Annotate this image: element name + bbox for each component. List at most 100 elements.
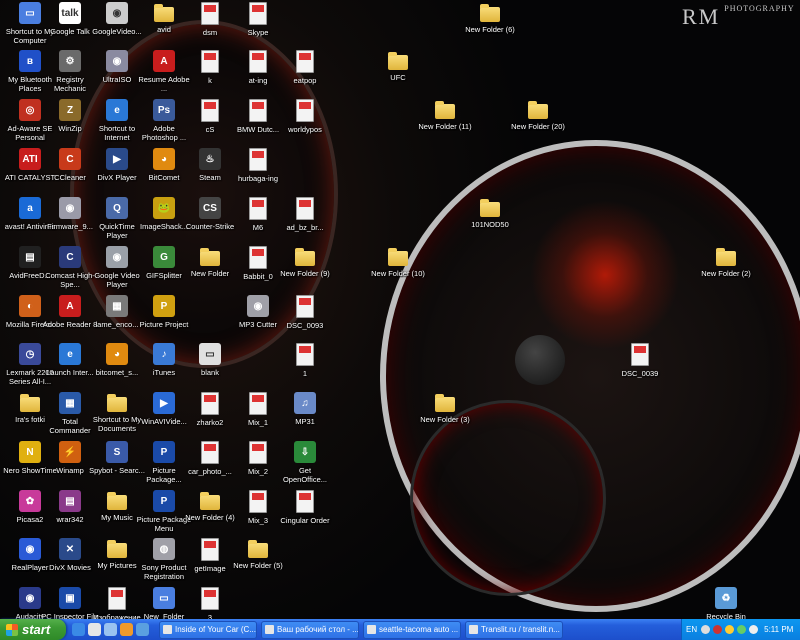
- windows-logo-icon: [6, 623, 18, 636]
- desktop-icon[interactable]: P Picture Package...: [140, 441, 188, 484]
- desktop-icon[interactable]: New Folder (10): [371, 246, 425, 278]
- desktop-icon[interactable]: ▦ Total Commander: [46, 392, 94, 435]
- desktop-icon[interactable]: New Folder (6): [465, 2, 515, 34]
- image-file-icon: [296, 490, 314, 513]
- mail-icon[interactable]: [88, 623, 101, 636]
- desktop-icon[interactable]: New Folder (9): [280, 246, 330, 278]
- desktop-icon[interactable]: ad_bz_br...: [281, 197, 329, 232]
- desktop-icon-label: Get OpenOffice...: [282, 466, 328, 484]
- desktop-icon[interactable]: M6: [234, 197, 282, 232]
- desktop-icon[interactable]: ⇩ Get OpenOffice...: [281, 441, 329, 484]
- tray-app-icon[interactable]: [701, 625, 711, 634]
- desktop-icon[interactable]: ◉ Firmware_9...: [46, 197, 94, 231]
- internet-explorer-icon[interactable]: [72, 623, 85, 636]
- desktop-icon[interactable]: DSC_0039: [616, 343, 664, 378]
- desktop-icon[interactable]: car_photo_...: [186, 441, 234, 476]
- desktop-icon[interactable]: ♨ Steam: [186, 148, 234, 182]
- desktop-icon[interactable]: ◉ UltraISO: [93, 50, 141, 84]
- desktop-icon[interactable]: 3: [186, 587, 234, 619]
- desktop-icon[interactable]: Изображение 099: [93, 587, 141, 619]
- desktop[interactable]: RM PHOTOGRAPHY ▭ Shortcut to My Computer ta…: [0, 0, 800, 619]
- desktop-icon[interactable]: Q QuickTime Player: [93, 197, 141, 240]
- desktop-icon[interactable]: DSC_0093: [281, 295, 329, 330]
- desktop-icon[interactable]: k: [186, 50, 234, 85]
- tray-app-icon[interactable]: [737, 625, 747, 634]
- desktop-icon[interactable]: ◉ Google Video Player: [93, 246, 141, 289]
- taskbar-button[interactable]: Translit.ru / translit.n...: [465, 620, 563, 639]
- desktop-icon[interactable]: New Folder (20): [511, 99, 565, 131]
- new-folder-file-icon: ▭: [153, 587, 175, 609]
- desktop-icon[interactable]: Mix_2: [234, 441, 282, 476]
- desktop-icon[interactable]: Ps Adobe Photoshop ...: [140, 99, 188, 142]
- desktop-icon[interactable]: P Picture Package Menu: [137, 490, 191, 533]
- desktop-icon[interactable]: getImage: [186, 538, 234, 573]
- desktop-icon[interactable]: New Folder: [186, 246, 234, 278]
- desktop-icon[interactable]: New Folder (3): [420, 392, 470, 424]
- taskbar-button[interactable]: seattle-tacoma auto ...: [363, 620, 461, 639]
- browser-icon[interactable]: [136, 623, 149, 636]
- tray-app-icon[interactable]: [713, 625, 723, 634]
- desktop-icon[interactable]: ▤ wrar342: [46, 490, 94, 524]
- desktop-icon[interactable]: ◕ bitcomet_s...: [93, 343, 141, 377]
- desktop-icon[interactable]: worldypos: [281, 99, 329, 134]
- media-player-icon[interactable]: [120, 623, 133, 636]
- desktop-icon[interactable]: e Shortcut to Internet: [93, 99, 141, 142]
- desktop-icon[interactable]: Mix_3: [234, 490, 282, 525]
- window-icon: [469, 625, 478, 634]
- desktop-icon[interactable]: ✕ DivX Movies: [46, 538, 94, 572]
- desktop-icon[interactable]: S Spybot - Searc...: [89, 441, 145, 475]
- desktop-icon[interactable]: New Folder (11): [418, 99, 472, 131]
- desktop-icon[interactable]: ▭ blank: [186, 343, 234, 377]
- desktop-icon[interactable]: ♻ Recycle Bin: [702, 587, 750, 619]
- start-button[interactable]: start: [0, 619, 66, 640]
- desktop-icon[interactable]: My Pictures: [93, 538, 141, 570]
- volume-icon[interactable]: [749, 625, 759, 634]
- desktop-icon[interactable]: A Adobe Reader 8: [43, 295, 97, 329]
- launch-internet-icon: e: [59, 343, 81, 365]
- desktop-icon[interactable]: New Folder (2): [701, 246, 751, 278]
- desktop-icon[interactable]: C Comcast High-Spe...: [45, 246, 95, 289]
- desktop-icon[interactable]: Shortcut to My Documents: [93, 392, 141, 433]
- desktop-icon[interactable]: 101NOD50: [466, 197, 514, 229]
- clock[interactable]: 5:11 PM: [764, 625, 793, 634]
- desktop-icon[interactable]: cS: [186, 99, 234, 134]
- desktop-icon[interactable]: Skype: [234, 2, 282, 37]
- desktop-icon[interactable]: New Folder (5): [233, 538, 283, 570]
- taskbar-button[interactable]: Inside of Your Car (C...: [159, 620, 257, 639]
- desktop-icon[interactable]: ◉ GoogleVideo...: [92, 2, 142, 36]
- desktop-icon[interactable]: dsm: [186, 2, 234, 37]
- desktop-icon[interactable]: ♫ MP31: [281, 392, 329, 426]
- desktop-icon[interactable]: eatpop: [281, 50, 329, 85]
- desktop-icon[interactable]: C CCleaner: [46, 148, 94, 182]
- desktop-icon[interactable]: ▶ DivX Player: [93, 148, 141, 182]
- desktop-icon[interactable]: My Music: [93, 490, 141, 522]
- image-file-icon: [249, 246, 267, 269]
- desktop-icon[interactable]: talk Google Talk: [46, 2, 94, 36]
- desktop-icon[interactable]: ◍ Sony Product Registration: [140, 538, 188, 581]
- desktop-icon[interactable]: Z WinZip: [46, 99, 94, 133]
- desktop-icon[interactable]: ⚙ Registry Mechanic: [46, 50, 94, 93]
- desktop-icon[interactable]: 1: [281, 343, 329, 378]
- desktop-icon[interactable]: A Resume Adobe ...: [138, 50, 190, 93]
- tray-app-icon[interactable]: [725, 625, 735, 634]
- desktop-icon[interactable]: e Launch Inter...: [46, 343, 94, 377]
- desktop-icon[interactable]: Babbit_0: [234, 246, 282, 281]
- desktop-icon[interactable]: ⚡ Winamp: [46, 441, 94, 475]
- desktop-icon[interactable]: ◉ MP3 Cutter: [234, 295, 282, 329]
- desktop-icon[interactable]: CS Counter-Strike: [186, 197, 234, 231]
- desktop-icon[interactable]: Cingular Order: [280, 490, 330, 525]
- show-desktop-icon[interactable]: [104, 623, 117, 636]
- desktop-icon[interactable]: BMW Dutc...: [234, 99, 282, 134]
- desktop-icon[interactable]: hurbaga-ing: [234, 148, 282, 183]
- desktop-icon[interactable]: at-ing: [234, 50, 282, 85]
- desktop-icon[interactable]: zharko2: [186, 392, 234, 427]
- desktop-icon[interactable]: UFC: [374, 50, 422, 82]
- desktop-icon[interactable]: ▣PC Inspector File Recovery: [41, 587, 99, 619]
- language-indicator[interactable]: EN: [686, 625, 697, 634]
- desktop-icon[interactable]: New Folder (4): [185, 490, 235, 522]
- desktop-icon[interactable]: P Picture Project: [140, 295, 188, 329]
- desktop-icon[interactable]: ▦ lame_enco...: [93, 295, 141, 329]
- taskbar-button[interactable]: Ваш рабочий стол - ...: [261, 620, 359, 639]
- image-file-icon: [108, 587, 126, 610]
- desktop-icon[interactable]: Mix_1: [234, 392, 282, 427]
